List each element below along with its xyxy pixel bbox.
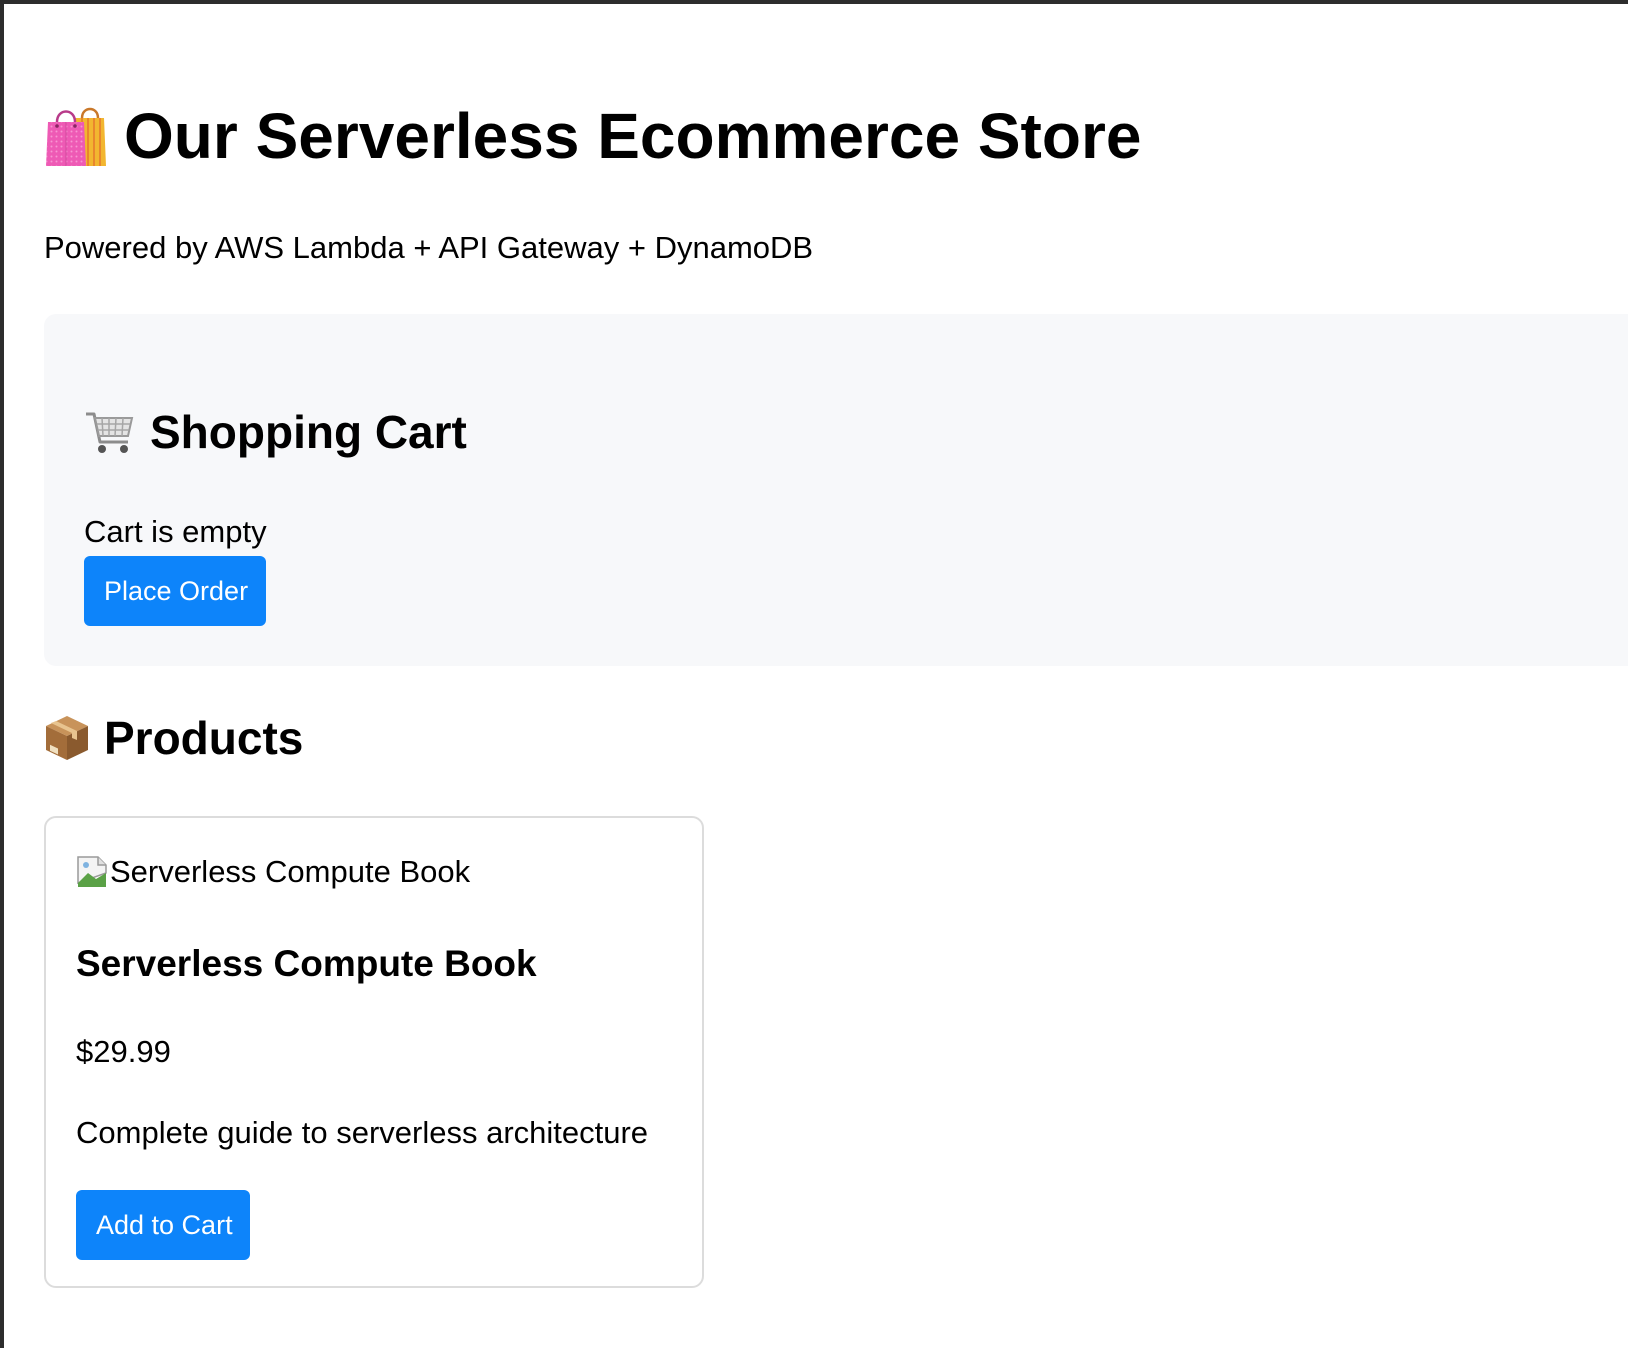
- window-frame-top: [0, 0, 1628, 4]
- shopping-cart-icon: [84, 406, 136, 458]
- window-frame-left: [0, 0, 4, 1348]
- product-card: Serverless Compute Book Serverless Compu…: [44, 816, 704, 1288]
- cart-heading-text: Shopping Cart: [150, 406, 467, 458]
- shopping-bags-icon: [44, 104, 106, 168]
- package-icon: [44, 714, 90, 762]
- add-to-cart-button[interactable]: Add to Cart: [76, 1190, 250, 1260]
- page-title-text: Our Serverless Ecommerce Store: [124, 100, 1142, 172]
- products-heading: Products: [44, 708, 303, 768]
- cart-heading: Shopping Cart: [84, 402, 467, 462]
- product-name: Serverless Compute Book: [76, 943, 537, 984]
- product-price: $29.99: [76, 1034, 171, 1069]
- product-image-alt-text: Serverless Compute Book: [110, 854, 471, 889]
- shopping-cart-panel: Shopping Cart Cart is empty Place Order: [44, 314, 1628, 666]
- product-image: Serverless Compute Book: [76, 852, 470, 892]
- page-title: Our Serverless Ecommerce Store: [44, 96, 1141, 176]
- product-description: Complete guide to serverless architectur…: [76, 1115, 649, 1150]
- products-heading-text: Products: [104, 712, 304, 764]
- page-subtitle: Powered by AWS Lambda + API Gateway + Dy…: [44, 230, 814, 265]
- broken-image-icon: [76, 855, 110, 889]
- place-order-button[interactable]: Place Order: [84, 556, 266, 626]
- cart-status-text: Cart is empty: [84, 514, 267, 549]
